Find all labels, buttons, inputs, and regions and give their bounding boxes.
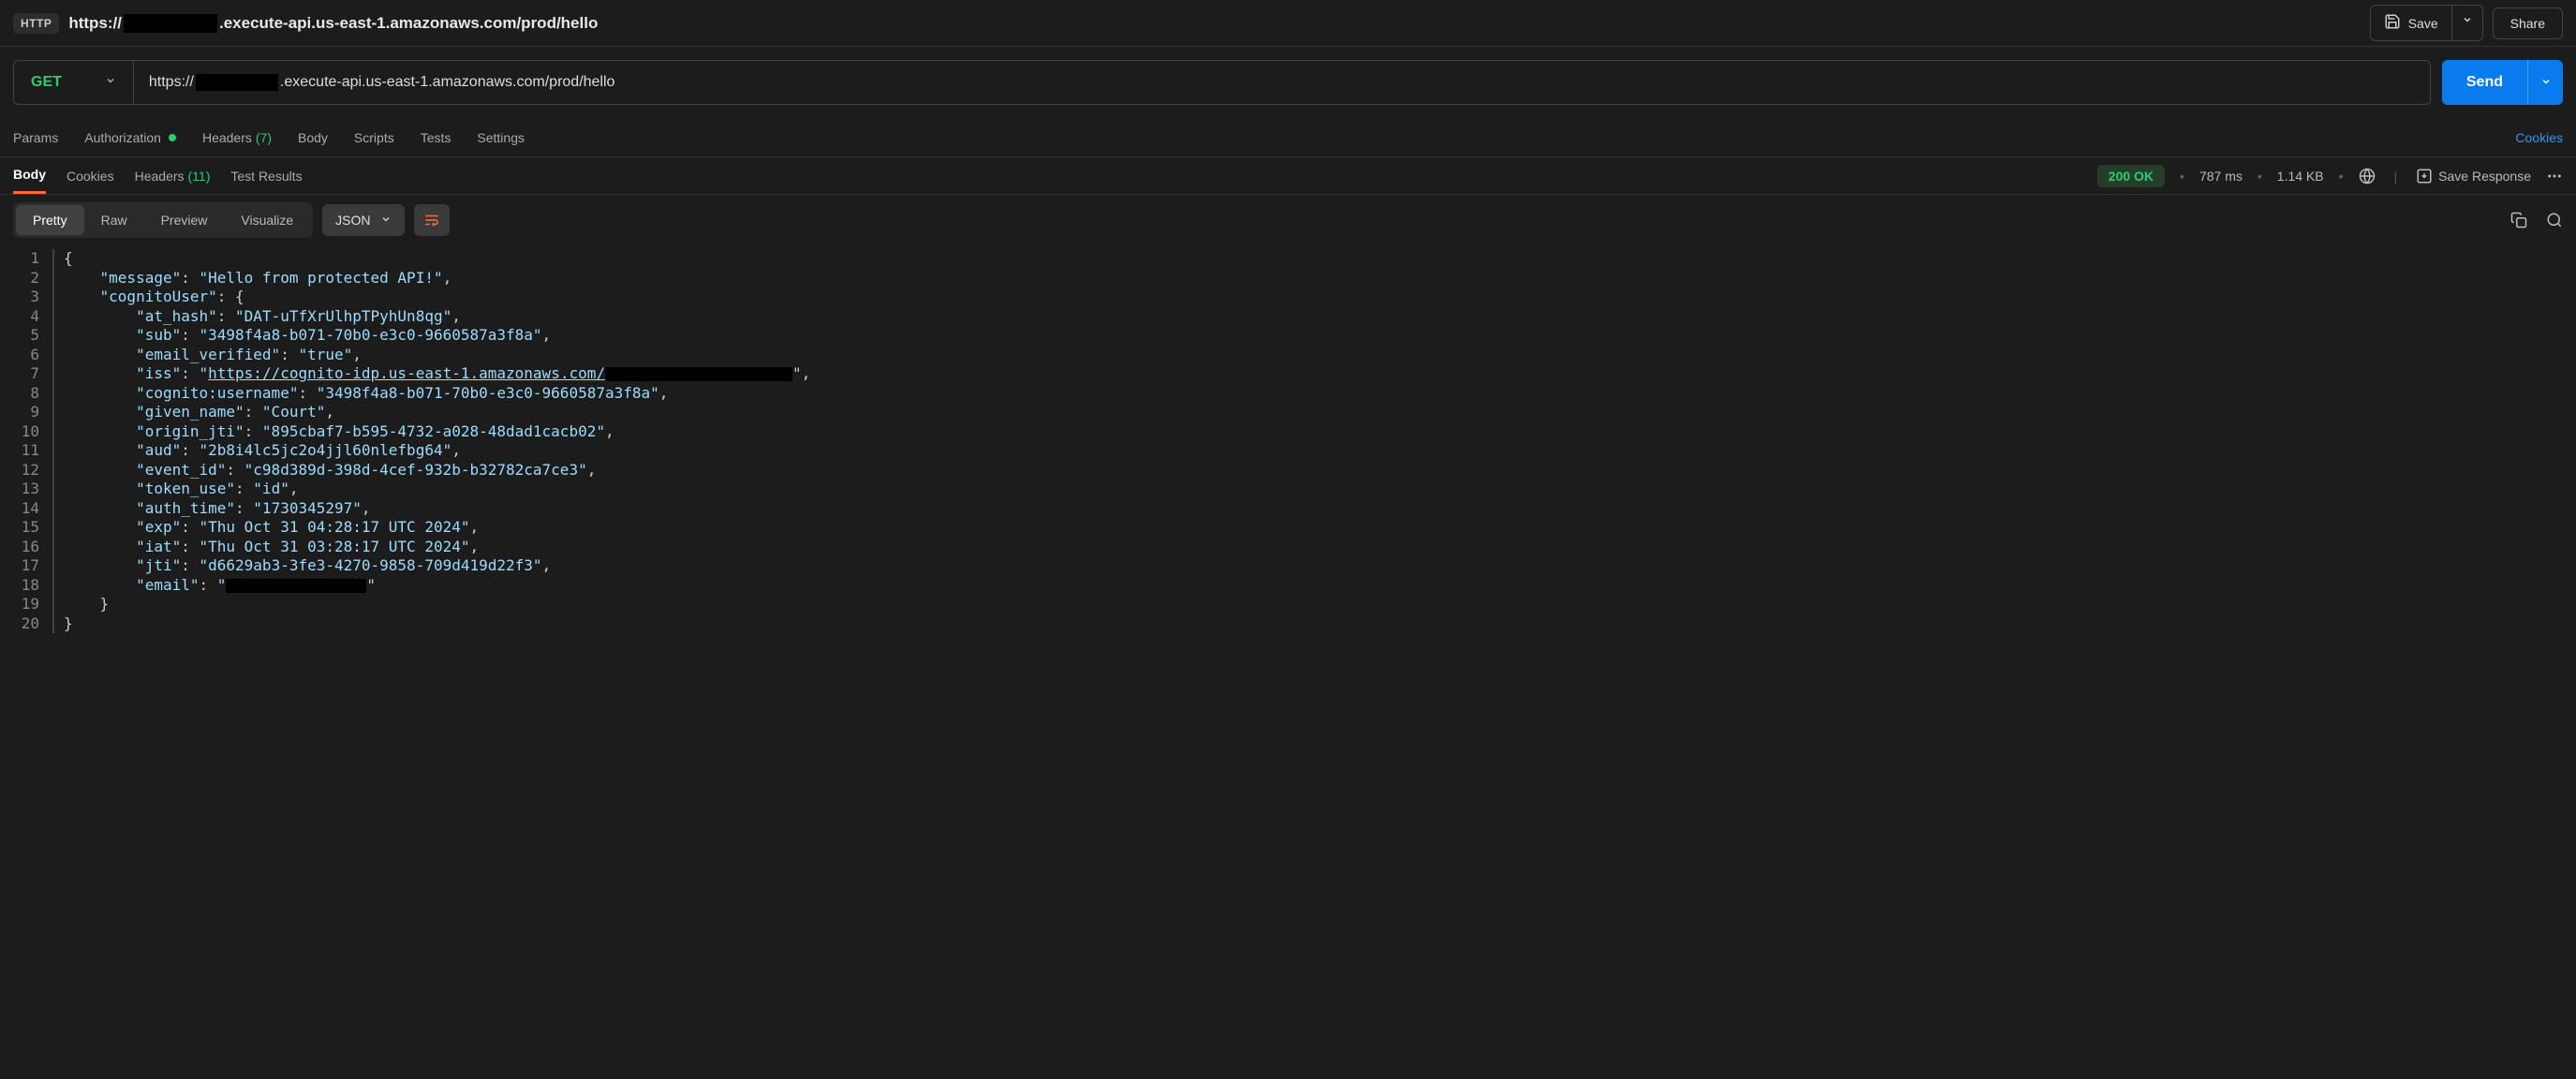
format-label: JSON — [335, 213, 370, 228]
copy-icon — [2510, 212, 2527, 229]
format-dropdown[interactable]: JSON — [322, 204, 404, 236]
tab-label: Headers — [135, 169, 185, 184]
chevron-down-icon — [105, 74, 116, 91]
send-dropdown[interactable] — [2527, 60, 2563, 105]
redacted-host — [124, 14, 217, 33]
chevron-down-icon — [380, 213, 392, 228]
seg-pretty[interactable]: Pretty — [16, 205, 84, 235]
view-mode-segment: Pretty Raw Preview Visualize — [13, 202, 313, 238]
line-gutter: 1234567891011121314151617181920 — [0, 249, 52, 633]
resp-tab-cookies[interactable]: Cookies — [67, 157, 114, 194]
search-icon — [2546, 212, 2563, 229]
tab-headers[interactable]: Headers (7) — [202, 130, 272, 145]
resp-tab-test-results[interactable]: Test Results — [230, 157, 302, 194]
wrap-icon — [423, 212, 440, 229]
format-row: Pretty Raw Preview Visualize JSON — [0, 195, 2576, 245]
seg-raw[interactable]: Raw — [84, 205, 144, 235]
tab-scripts[interactable]: Scripts — [354, 130, 394, 145]
more-icon[interactable] — [2546, 168, 2563, 185]
seg-preview[interactable]: Preview — [144, 205, 225, 235]
share-button[interactable]: Share — [2493, 7, 2563, 39]
request-row: GET https:// .execute-api.us-east-1.amaz… — [0, 47, 2576, 118]
dot-icon: • — [2180, 169, 2184, 184]
tab-label: Authorization — [84, 130, 161, 145]
save-icon — [2384, 13, 2401, 33]
url-input[interactable]: https:// .execute-api.us-east-1.amazonaw… — [133, 60, 2431, 105]
wrap-button[interactable] — [414, 204, 450, 236]
tab-settings[interactable]: Settings — [477, 130, 525, 145]
resp-tab-body[interactable]: Body — [13, 157, 46, 194]
headers-count: (11) — [188, 169, 211, 184]
save-button[interactable]: Save — [2370, 5, 2452, 41]
active-dot-icon — [169, 134, 176, 141]
chevron-down-icon — [2540, 76, 2552, 90]
save-response-button[interactable]: Save Response — [2416, 168, 2531, 185]
url-suffix: .execute-api.us-east-1.amazonaws.com/pro… — [219, 14, 598, 33]
save-label: Save — [2408, 16, 2438, 31]
response-size: 1.14 KB — [2277, 169, 2324, 184]
url-prefix: https:// — [68, 14, 122, 33]
method-select[interactable]: GET — [13, 60, 133, 105]
request-tabs: Params Authorization Headers (7) Body Sc… — [0, 118, 2576, 157]
title-bar: HTTP https:// .execute-api.us-east-1.ama… — [0, 0, 2576, 47]
code-content: { "message": "Hello from protected API!"… — [52, 249, 2576, 633]
request-title: https:// .execute-api.us-east-1.amazonaw… — [68, 14, 598, 33]
response-time: 787 ms — [2199, 169, 2243, 184]
tab-body[interactable]: Body — [298, 130, 328, 145]
send-button[interactable]: Send — [2442, 60, 2527, 105]
response-body[interactable]: 1234567891011121314151617181920 { "messa… — [0, 245, 2576, 637]
seg-visualize[interactable]: Visualize — [224, 205, 310, 235]
url-prefix: https:// — [149, 74, 194, 91]
resp-tab-headers[interactable]: Headers (11) — [135, 157, 211, 194]
redacted-host — [196, 74, 278, 91]
url-suffix: .execute-api.us-east-1.amazonaws.com/pro… — [280, 74, 615, 91]
headers-count: (7) — [256, 130, 272, 145]
tab-params[interactable]: Params — [13, 130, 58, 145]
globe-icon[interactable] — [2359, 168, 2376, 185]
save-dropdown[interactable] — [2452, 5, 2483, 41]
cookies-link[interactable]: Cookies — [2515, 130, 2563, 145]
status-badge: 200 OK — [2097, 165, 2165, 187]
method-label: GET — [31, 74, 62, 91]
dot-icon: • — [2339, 169, 2344, 184]
response-tabs: Body Cookies Headers (11) Test Results 2… — [0, 157, 2576, 195]
search-button[interactable] — [2546, 212, 2563, 229]
http-badge: HTTP — [13, 13, 59, 34]
dot-icon: • — [2258, 169, 2262, 184]
separator: | — [2394, 169, 2398, 184]
copy-button[interactable] — [2510, 212, 2527, 229]
save-response-label: Save Response — [2438, 169, 2531, 184]
tab-authorization[interactable]: Authorization — [84, 130, 176, 145]
tab-tests[interactable]: Tests — [421, 130, 452, 145]
tab-label: Headers — [202, 130, 252, 145]
download-icon — [2416, 168, 2433, 185]
